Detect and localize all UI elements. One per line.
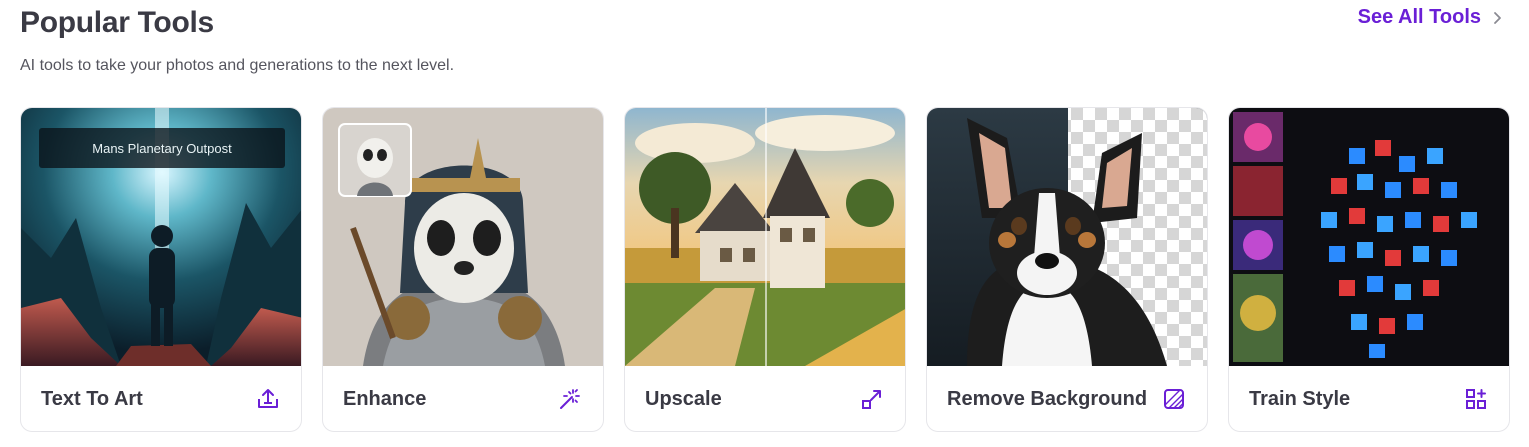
remove-background-icon (1161, 386, 1187, 412)
see-all-tools-label: See All Tools (1357, 6, 1481, 28)
tool-image-text-to-art: Mans Planetary Outpost (21, 108, 301, 366)
card-footer: Text To Art (21, 366, 301, 431)
tools-grid: Mans Planetary Outpost Text To Art Enhan… (20, 107, 1510, 432)
tool-card-enhance[interactable]: Enhance (322, 107, 604, 432)
expand-arrow-icon (859, 386, 885, 412)
tool-image-train-style (1229, 108, 1509, 366)
card-label-upscale: Upscale (645, 387, 722, 410)
tool-card-text-to-art[interactable]: Mans Planetary Outpost Text To Art (20, 107, 302, 432)
tool-card-upscale[interactable]: Upscale (624, 107, 906, 432)
train-style-icon (1463, 386, 1489, 412)
section-header: Popular Tools (20, 6, 214, 40)
tool-image-remove-background (927, 108, 1207, 366)
tool-card-train-style[interactable]: Train Style (1228, 107, 1510, 432)
card-footer: Enhance (323, 366, 603, 431)
upload-icon (255, 386, 281, 412)
chevron-right-icon (1494, 11, 1501, 24)
tool-image-enhance (323, 108, 603, 366)
card-footer: Remove Background (927, 366, 1207, 431)
card-footer: Train Style (1229, 366, 1509, 431)
tool-image-upscale (625, 108, 905, 366)
card-label-train-style: Train Style (1249, 387, 1351, 410)
section-title: Popular Tools (20, 6, 214, 39)
card-footer: Upscale (625, 366, 905, 431)
card-label-remove-background: Remove Background (947, 387, 1148, 410)
magic-wand-icon (557, 386, 583, 412)
card-label-enhance: Enhance (343, 387, 427, 410)
prompt-overlay: Mans Planetary Outpost (39, 128, 285, 168)
see-all-tools-link[interactable]: See All Tools (1358, 6, 1505, 29)
tool-card-remove-background[interactable]: Remove Background (926, 107, 1208, 432)
section-subtitle: AI tools to take your photos and generat… (20, 57, 455, 74)
card-label-text-to-art: Text To Art (41, 387, 143, 410)
